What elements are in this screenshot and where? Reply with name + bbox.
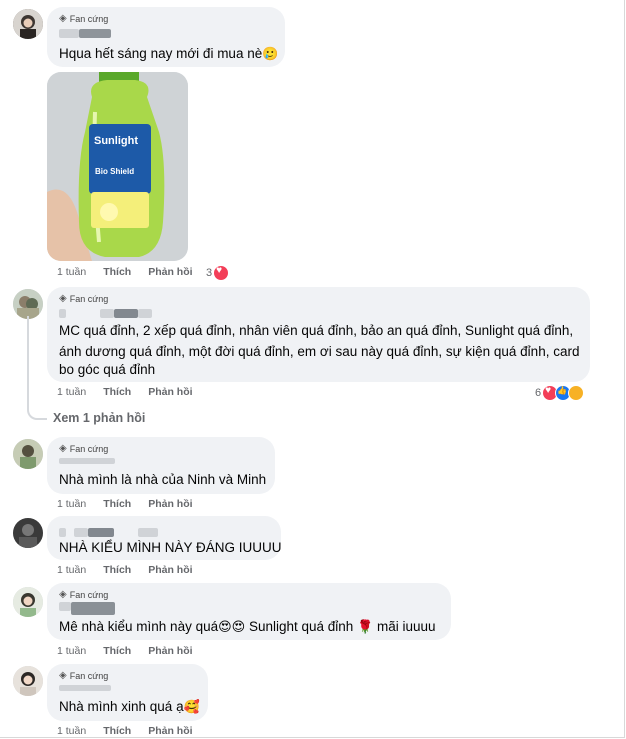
comment-actions: 1 tuần Thích Phản hồi <box>57 725 193 737</box>
author-name[interactable] <box>59 309 66 318</box>
photo-sub: Bio Shield <box>95 167 134 176</box>
like-button[interactable]: Thích <box>103 564 131 576</box>
love-reaction-icon <box>213 265 230 281</box>
reaction-summary[interactable]: 3 <box>206 265 230 281</box>
author-name[interactable] <box>88 528 114 537</box>
avatar[interactable] <box>13 666 43 696</box>
reply-thread-line <box>27 316 47 420</box>
emoji: 🥰 <box>183 699 200 714</box>
like-button[interactable]: Thích <box>103 386 131 398</box>
author-name[interactable] <box>59 602 71 611</box>
haha-reaction-icon <box>568 385 585 401</box>
reply-button[interactable]: Phản hồi <box>148 645 192 657</box>
top-fan-badge: ◈ Fan cứng <box>59 293 109 305</box>
comment-actions: 1 tuần Thích Phản hồi <box>57 386 193 398</box>
comment-text-line: bo góc quá đỉnh <box>59 362 156 377</box>
comment-bubble: ◈ Fan cứng MC quá đỉnh, 2 xếp quá đỉnh, … <box>47 287 590 382</box>
top-fan-badge: ◈ Fan cứng <box>59 589 109 601</box>
author-name[interactable] <box>71 602 115 615</box>
comment-text: Hqua hết sáng nay mới đi mua nè🥲 <box>59 46 279 61</box>
author-name[interactable] <box>114 309 138 318</box>
author-name[interactable] <box>59 458 115 464</box>
avatar[interactable] <box>13 9 43 39</box>
author-name[interactable] <box>74 528 88 537</box>
top-fan-badge: ◈ Fan cứng <box>59 443 109 455</box>
avatar[interactable] <box>13 518 43 548</box>
comment-actions: 1 tuần Thích Phản hồi <box>57 266 193 278</box>
comment-actions: 1 tuần Thích Phản hồi <box>57 498 193 510</box>
reply-button[interactable]: Phản hồi <box>148 386 192 398</box>
avatar[interactable] <box>13 289 43 319</box>
like-button[interactable]: Thích <box>103 266 131 278</box>
emoji: 😍😍 <box>218 619 246 634</box>
comment-bubble: ◈ Fan cứng Mê nhà kiểu mình này quá😍😍 Su… <box>47 583 451 640</box>
author-name[interactable] <box>138 528 158 537</box>
view-replies-link[interactable]: Xem 1 phản hồi <box>53 411 145 425</box>
comment-photo[interactable]: Sunlight Bio Shield <box>47 72 188 261</box>
photo-brand: Sunlight <box>94 135 138 147</box>
comment-text: Nhà mình là nhà của Ninh và Minh <box>59 472 267 487</box>
comment-actions: 1 tuần Thích Phản hồi <box>57 645 193 657</box>
reply-button[interactable]: Phản hồi <box>148 564 192 576</box>
reaction-summary[interactable]: 6 <box>535 385 585 401</box>
author-name[interactable] <box>59 528 66 537</box>
diamond-icon: ◈ <box>59 13 67 24</box>
comment-bubble: ◈ Fan cứng Hqua hết sáng nay mới đi mua … <box>47 7 285 67</box>
like-button[interactable]: Thích <box>103 498 131 510</box>
emoji: 🥲 <box>262 46 279 61</box>
comment-text: Nhà mình xinh quá ạ🥰 <box>59 699 200 714</box>
comment-bubble: NHÀ KIỂU MÌNH NÀY ĐÁNG IUUUU <box>47 516 282 560</box>
author-name[interactable] <box>79 29 111 38</box>
like-button[interactable]: Thích <box>103 645 131 657</box>
reply-button[interactable]: Phản hồi <box>148 725 192 737</box>
timestamp[interactable]: 1 tuần <box>57 564 86 576</box>
timestamp[interactable]: 1 tuần <box>57 725 86 737</box>
like-button[interactable]: Thích <box>103 725 131 737</box>
comment-text: NHÀ KIỂU MÌNH NÀY ĐÁNG IUUUU <box>59 540 282 555</box>
reply-button[interactable]: Phản hồi <box>148 266 192 278</box>
author-name[interactable] <box>59 685 111 691</box>
avatar[interactable] <box>13 439 43 469</box>
avatar[interactable] <box>13 587 43 617</box>
author-name[interactable] <box>59 29 79 38</box>
comment-bubble: ◈ Fan cứng Nhà mình xinh quá ạ🥰 <box>47 664 208 721</box>
diamond-icon: ◈ <box>59 443 67 454</box>
comment-text: Mê nhà kiểu mình này quá😍😍 Sunlight quá … <box>59 619 436 634</box>
diamond-icon: ◈ <box>59 293 67 304</box>
top-fan-badge: ◈ Fan cứng <box>59 670 109 682</box>
author-name[interactable] <box>138 309 152 318</box>
timestamp[interactable]: 1 tuần <box>57 645 86 657</box>
reply-button[interactable]: Phản hồi <box>148 498 192 510</box>
author-name[interactable] <box>100 309 114 318</box>
top-fan-badge: ◈ Fan cứng <box>59 13 109 25</box>
timestamp[interactable]: 1 tuần <box>57 266 86 278</box>
timestamp[interactable]: 1 tuần <box>57 498 86 510</box>
emoji: 🌹 <box>357 619 374 634</box>
comment-bubble: ◈ Fan cứng Nhà mình là nhà của Ninh và M… <box>47 437 275 494</box>
comment-text-line: MC quá đỉnh, 2 xếp quá đỉnh, nhân viên q… <box>59 323 574 338</box>
comment-actions: 1 tuần Thích Phản hồi <box>57 564 193 576</box>
timestamp[interactable]: 1 tuần <box>57 386 86 398</box>
diamond-icon: ◈ <box>59 589 67 600</box>
diamond-icon: ◈ <box>59 670 67 681</box>
